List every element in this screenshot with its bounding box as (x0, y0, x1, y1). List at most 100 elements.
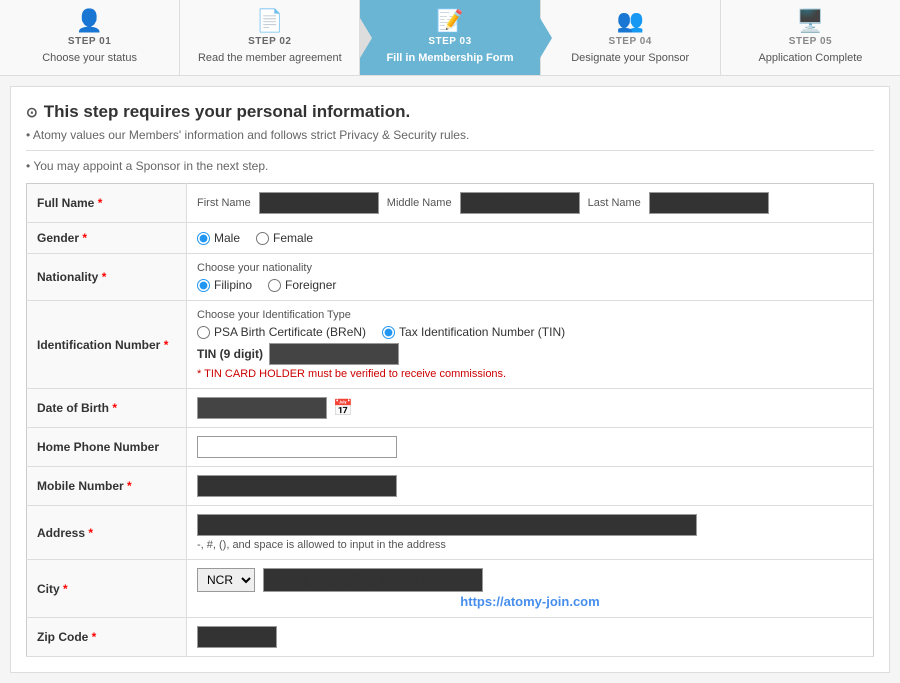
fullname-required: * (98, 196, 103, 210)
step04-number: STEP 04 (609, 36, 652, 47)
step02-number: STEP 02 (248, 36, 291, 47)
id-bren-radio[interactable] (197, 326, 210, 339)
id-tin-radio[interactable] (382, 326, 395, 339)
step01-number: STEP 01 (68, 36, 111, 47)
main-content: ⊙ This step requires your personal infor… (10, 86, 890, 673)
nationality-foreigner-label: Foreigner (285, 278, 336, 292)
gender-female-radio[interactable] (256, 232, 269, 245)
step04-icon: 👥 (617, 10, 644, 32)
fullname-label: Full Name * (27, 184, 187, 223)
city-row: City * NCR Makati, Taguig City, Makati, … (27, 560, 874, 618)
step-01[interactable]: 👤 STEP 01 Choose your status (0, 0, 180, 75)
address-row: Address * -, #, (), and space is allowed… (27, 506, 874, 560)
fullname-fields: First Name Middle Name Last Name (187, 184, 874, 223)
mobile-required: * (127, 479, 132, 493)
gender-row: Gender * Male Female (27, 223, 874, 254)
step-02[interactable]: 📄 STEP 02 Read the member agreement (180, 0, 360, 75)
city-label: City * (27, 560, 187, 618)
nationality-foreigner-radio[interactable] (268, 279, 281, 292)
divider1 (26, 150, 874, 151)
city-required: * (63, 582, 68, 596)
nationality-foreigner-option[interactable]: Foreigner (268, 278, 336, 292)
tin-label: TIN (9 digit) (197, 347, 263, 361)
tin-note: * TIN CARD HOLDER must be verified to re… (197, 368, 863, 380)
nationality-row: Nationality * Choose your nationality Fi… (27, 254, 874, 301)
step-05[interactable]: 🖥️ STEP 05 Application Complete (721, 0, 900, 75)
gender-male-label: Male (214, 231, 240, 245)
lastname-label: Last Name (588, 197, 641, 209)
zip-row: Zip Code * (27, 618, 874, 657)
address-input[interactable] (197, 514, 697, 536)
nationality-filipino-option[interactable]: Filipino (197, 278, 252, 292)
city-select2[interactable]: Makati, Taguig City, Makati, Makatí (263, 568, 483, 592)
id-required: * (164, 338, 169, 352)
nationality-fields: Choose your nationality Filipino Foreign… (187, 254, 874, 301)
step01-icon: 👤 (76, 10, 103, 32)
gender-required: * (82, 231, 87, 245)
firstname-label: First Name (197, 197, 251, 209)
step05-label: Application Complete (758, 51, 862, 65)
step03-icon: 📝 (436, 10, 463, 32)
mobile-fields (187, 467, 874, 506)
step02-label: Read the member agreement (198, 51, 342, 65)
city-select[interactable]: NCR (197, 568, 255, 592)
gender-female-option[interactable]: Female (256, 231, 313, 245)
middlename-label: Middle Name (387, 197, 452, 209)
firstname-input[interactable] (259, 192, 379, 214)
watermark: https://atomy-join.com (197, 594, 863, 609)
id-bren-label: PSA Birth Certificate (BReN) (214, 325, 366, 339)
id-fields: Choose your Identification Type PSA Birt… (187, 301, 874, 389)
step02-icon: 📄 (256, 10, 283, 32)
calendar-icon[interactable]: 📅 (333, 398, 353, 418)
dob-row: Date of Birth * 📅 (27, 389, 874, 428)
mobile-label: Mobile Number * (27, 467, 187, 506)
tin-input[interactable] (269, 343, 399, 365)
section-subtitle: • Atomy values our Members' information … (26, 128, 874, 142)
step-04[interactable]: 👥 STEP 04 Designate your Sponsor (541, 0, 721, 75)
step05-icon: 🖥️ (797, 10, 824, 32)
gender-label: Gender * (27, 223, 187, 254)
id-row: Identification Number * Choose your Iden… (27, 301, 874, 389)
chevron-icon: ⊙ (26, 104, 38, 121)
stepper: 👤 STEP 01 Choose your status 📄 STEP 02 R… (0, 0, 900, 76)
id-label: Identification Number * (27, 301, 187, 389)
id-tin-option[interactable]: Tax Identification Number (TIN) (382, 325, 565, 339)
zip-fields (187, 618, 874, 657)
zip-label: Zip Code * (27, 618, 187, 657)
gender-fields: Male Female (187, 223, 874, 254)
dob-required: * (112, 401, 117, 415)
mobile-input[interactable] (197, 475, 397, 497)
home-phone-input[interactable] (197, 436, 397, 458)
dob-input[interactable] (197, 397, 327, 419)
home-phone-row: Home Phone Number (27, 428, 874, 467)
fullname-row: Full Name * First Name Middle Name Last … (27, 184, 874, 223)
address-required: * (88, 526, 93, 540)
nationality-label: Nationality * (27, 254, 187, 301)
nationality-filipino-radio[interactable] (197, 279, 210, 292)
dob-label: Date of Birth * (27, 389, 187, 428)
address-fields: -, #, (), and space is allowed to input … (187, 506, 874, 560)
zip-required: * (92, 630, 97, 644)
gender-female-label: Female (273, 231, 313, 245)
address-label: Address * (27, 506, 187, 560)
gender-male-option[interactable]: Male (197, 231, 240, 245)
step01-label: Choose your status (42, 51, 137, 65)
id-bren-option[interactable]: PSA Birth Certificate (BReN) (197, 325, 366, 339)
section-note: • You may appoint a Sponsor in the next … (26, 159, 874, 173)
gender-male-radio[interactable] (197, 232, 210, 245)
section-title: ⊙ This step requires your personal infor… (26, 102, 874, 122)
step-03[interactable]: 📝 STEP 03 Fill in Membership Form (360, 0, 540, 75)
lastname-input[interactable] (649, 192, 769, 214)
home-phone-label: Home Phone Number (27, 428, 187, 467)
step03-label: Fill in Membership Form (386, 51, 513, 65)
city-fields: NCR Makati, Taguig City, Makati, Makatí … (187, 560, 874, 618)
mobile-row: Mobile Number * (27, 467, 874, 506)
nationality-required: * (102, 270, 107, 284)
dob-fields: 📅 (187, 389, 874, 428)
membership-form: Full Name * First Name Middle Name Last … (26, 183, 874, 657)
zip-input[interactable] (197, 626, 277, 648)
middlename-input[interactable] (460, 192, 580, 214)
step05-number: STEP 05 (789, 36, 832, 47)
nationality-sublabel: Choose your nationality (197, 262, 863, 274)
step03-number: STEP 03 (428, 36, 471, 47)
